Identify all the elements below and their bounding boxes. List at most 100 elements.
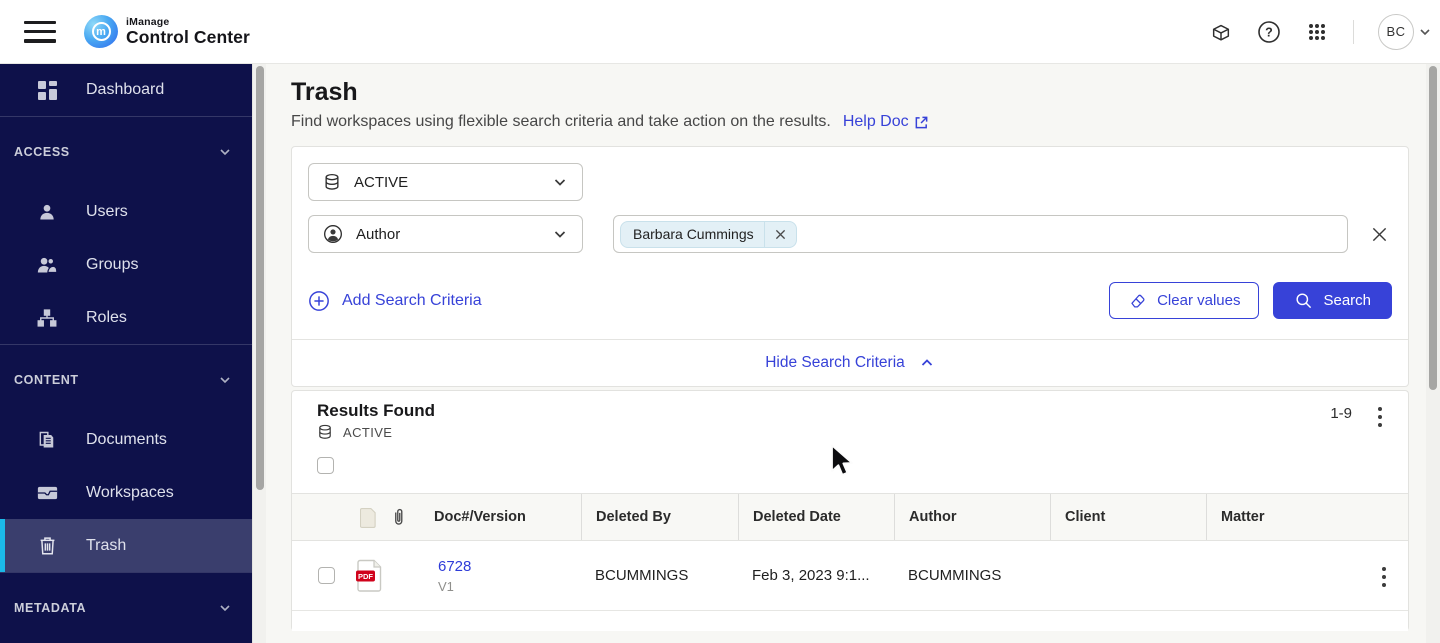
sidebar-item-label: Workspaces xyxy=(86,483,174,501)
add-search-criteria-link[interactable]: Add Search Criteria xyxy=(308,290,482,312)
column-header-deleted-date[interactable]: Deleted Date xyxy=(738,494,894,540)
database-icon xyxy=(319,424,331,439)
search-button-label: Search xyxy=(1323,292,1371,309)
chevron-down-icon xyxy=(554,179,566,186)
doc-number-link[interactable]: 6728 xyxy=(438,558,471,575)
scope-dropdown-value: ACTIVE xyxy=(354,173,409,191)
scope-dropdown[interactable]: ACTIVE xyxy=(308,163,583,201)
dashboard-icon xyxy=(36,80,58,100)
account-menu[interactable]: BC xyxy=(1378,13,1432,50)
hide-search-criteria-label: Hide Search Criteria xyxy=(765,354,905,371)
next-row-partial xyxy=(292,611,1408,631)
imanage-logo-icon: m xyxy=(84,15,118,48)
results-actions-menu-icon[interactable] xyxy=(1374,405,1386,429)
database-icon xyxy=(325,173,339,190)
sidebar-scrollbar[interactable] xyxy=(252,64,266,643)
file-type-column-icon xyxy=(360,507,376,528)
user-icon xyxy=(36,202,58,222)
brand-name-small: iManage xyxy=(126,15,170,28)
criteria-value-input[interactable]: Barbara Cummings xyxy=(613,215,1348,253)
avatar[interactable]: BC xyxy=(1378,13,1414,50)
cell-deleted-by: BCUMMINGS xyxy=(595,567,689,584)
chip-remove-icon[interactable] xyxy=(765,229,796,240)
pdf-file-icon: PDF xyxy=(356,559,384,593)
section-label: METADATA xyxy=(14,601,87,615)
sidebar-item-label: Documents xyxy=(86,430,167,448)
chevron-down-icon xyxy=(220,377,230,384)
sidebar-item-trash[interactable]: Trash xyxy=(0,519,252,572)
table-header: Doc#/Version Deleted By Deleted Date Aut… xyxy=(292,493,1408,541)
criteria-type-dropdown[interactable]: Author xyxy=(308,215,583,253)
trash-icon xyxy=(36,535,58,556)
documents-icon xyxy=(36,430,58,450)
brand-logo: m iManage Control Center xyxy=(84,15,250,48)
sidebar-section-content[interactable]: CONTENT xyxy=(0,367,252,393)
workspaces-icon xyxy=(36,484,58,502)
sidebar-item-groups[interactable]: Groups xyxy=(0,238,252,291)
svg-text:PDF: PDF xyxy=(358,571,373,580)
attachment-column-icon xyxy=(395,508,403,525)
sidebar-item-workspaces[interactable]: Workspaces xyxy=(0,466,252,519)
sidebar-item-dashboard[interactable]: Dashboard xyxy=(0,64,252,116)
sidebar-scrollbar-thumb[interactable] xyxy=(256,66,264,490)
column-header-author[interactable]: Author xyxy=(894,494,1050,540)
sidebar-section-access[interactable]: ACCESS xyxy=(0,139,252,165)
chevron-down-icon xyxy=(554,231,566,238)
svg-text:?: ? xyxy=(1265,25,1273,39)
clear-values-button[interactable]: Clear values xyxy=(1109,282,1260,319)
cell-deleted-date: Feb 3, 2023 9:1... xyxy=(752,567,870,584)
results-scope-label: ACTIVE xyxy=(343,424,393,440)
results-panel: Results Found ACTIVE 1-9 Doc#/Version De… xyxy=(291,390,1409,631)
author-icon xyxy=(324,225,342,243)
select-all-checkbox[interactable] xyxy=(317,457,334,474)
sidebar-item-label: Dashboard xyxy=(86,81,165,98)
row-actions-menu-icon[interactable] xyxy=(1378,565,1390,589)
sidebar: Dashboard ACCESS Users Groups Roles CONT… xyxy=(0,64,252,643)
column-header-deleted-by[interactable]: Deleted By xyxy=(581,494,738,540)
value-chip: Barbara Cummings xyxy=(620,220,797,248)
chevron-down-icon xyxy=(220,605,230,612)
sidebar-section-metadata[interactable]: METADATA xyxy=(0,595,252,621)
main-scrollbar[interactable] xyxy=(1426,64,1440,643)
hide-search-criteria-toggle[interactable]: Hide Search Criteria xyxy=(292,339,1408,386)
doc-version: V1 xyxy=(438,578,454,594)
column-header-doc-version[interactable]: Doc#/Version xyxy=(434,509,526,525)
topbar-divider xyxy=(1353,19,1354,44)
search-icon xyxy=(1296,293,1312,309)
apps-grid-icon[interactable] xyxy=(1305,20,1329,44)
sidebar-item-label: Groups xyxy=(86,255,139,273)
chevron-up-icon xyxy=(921,359,932,366)
results-title: Results Found xyxy=(317,401,436,420)
table-row[interactable]: PDF 6728 V1 BCUMMINGS Feb 3, 2023 9:1...… xyxy=(292,541,1408,611)
search-button[interactable]: Search xyxy=(1273,282,1392,319)
sidebar-item-label: Roles xyxy=(86,308,127,326)
help-icon[interactable]: ? xyxy=(1257,20,1281,44)
page-title: Trash xyxy=(291,78,358,106)
eraser-icon xyxy=(1131,294,1145,308)
brand-name-main: Control Center xyxy=(126,27,250,47)
section-label: CONTENT xyxy=(14,373,79,387)
top-bar: m iManage Control Center ? BC xyxy=(0,0,1440,64)
main-scrollbar-thumb[interactable] xyxy=(1429,66,1437,390)
cell-author: BCUMMINGS xyxy=(908,567,1002,584)
main-content: Trash Find workspaces using flexible sea… xyxy=(266,64,1440,643)
column-header-client[interactable]: Client xyxy=(1050,494,1206,540)
help-doc-link[interactable]: Help Doc xyxy=(843,113,929,131)
external-link-icon xyxy=(915,116,928,128)
row-checkbox[interactable] xyxy=(318,567,335,584)
clear-criteria-row-icon[interactable] xyxy=(1366,221,1392,247)
add-search-criteria-label: Add Search Criteria xyxy=(342,291,482,309)
column-header-matter[interactable]: Matter xyxy=(1206,494,1408,540)
plus-circle-icon xyxy=(309,290,329,311)
whats-new-icon[interactable] xyxy=(1209,20,1233,44)
sidebar-item-documents[interactable]: Documents xyxy=(0,413,252,466)
value-chip-label: Barbara Cummings xyxy=(633,226,754,242)
chevron-down-icon xyxy=(1420,28,1430,35)
sidebar-item-users[interactable]: Users xyxy=(0,185,252,238)
hierarchy-icon xyxy=(36,308,58,328)
users-group-icon xyxy=(36,255,58,275)
hamburger-menu-icon[interactable] xyxy=(24,20,56,43)
sidebar-divider xyxy=(0,344,252,345)
sidebar-item-roles[interactable]: Roles xyxy=(0,291,252,344)
page-description: Find workspaces using flexible search cr… xyxy=(291,113,831,130)
